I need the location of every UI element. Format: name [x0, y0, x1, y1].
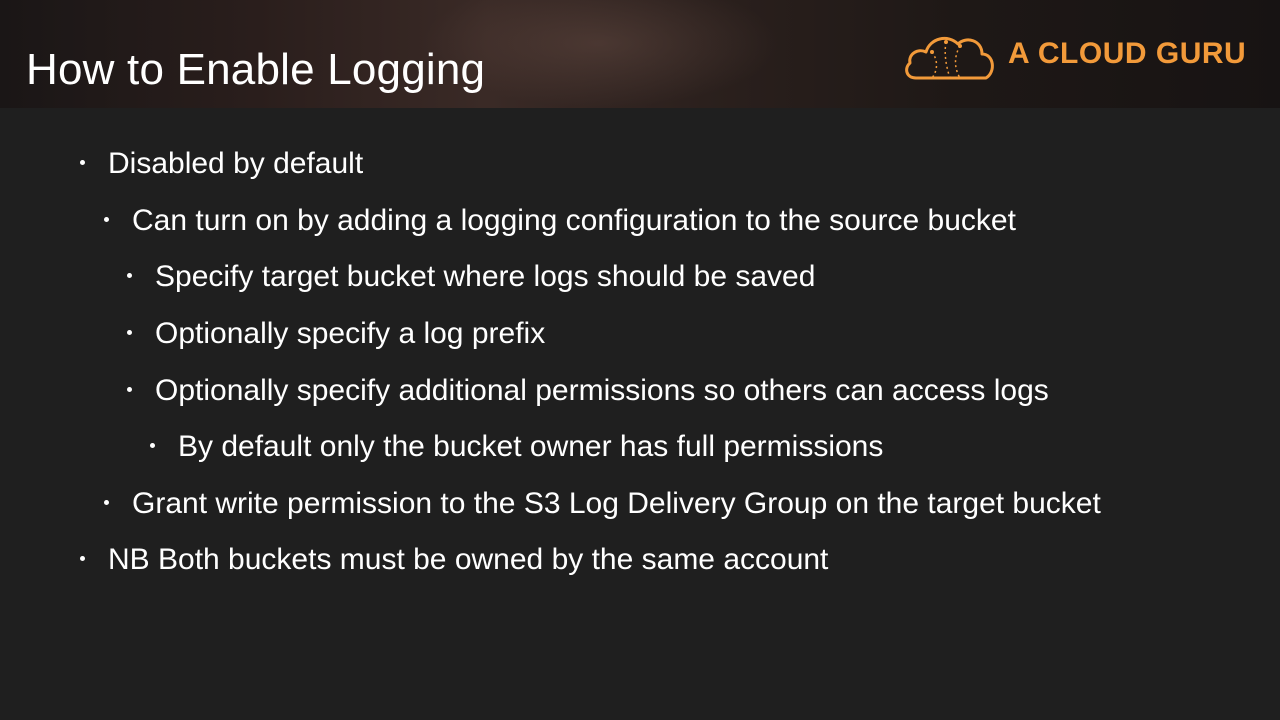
bullet-dot-icon [150, 443, 155, 448]
bullet-item: Disabled by default [80, 145, 364, 183]
bullet-text: By default only the bucket owner has ful… [178, 430, 884, 463]
bullet-text: NB Both buckets must be owned by the sam… [108, 543, 829, 576]
bullet-item: Grant write permission to the S3 Log Del… [104, 485, 1101, 523]
bullet-text: Disabled by default [108, 147, 364, 180]
bullet-dot-icon [80, 556, 85, 561]
bullet-dot-icon [127, 273, 132, 278]
bullet-text: Specify target bucket where logs should … [155, 260, 816, 293]
bullet-dot-icon [127, 330, 132, 335]
bullet-text: Optionally specify a log prefix [155, 317, 546, 350]
bullet-list: Disabled by default Can turn on by addin… [0, 0, 1280, 720]
bullet-dot-icon [80, 160, 85, 165]
bullet-item: By default only the bucket owner has ful… [150, 428, 884, 466]
bullet-dot-icon [104, 217, 109, 222]
bullet-item: NB Both buckets must be owned by the sam… [80, 541, 829, 579]
bullet-item: Optionally specify a log prefix [127, 315, 546, 353]
bullet-item: Can turn on by adding a logging configur… [104, 202, 1016, 240]
bullet-item: Optionally specify additional permission… [127, 372, 1049, 410]
bullet-text: Optionally specify additional permission… [155, 374, 1049, 407]
bullet-dot-icon [104, 500, 109, 505]
bullet-dot-icon [127, 387, 132, 392]
bullet-text: Grant write permission to the S3 Log Del… [132, 487, 1101, 520]
bullet-item: Specify target bucket where logs should … [127, 258, 816, 296]
bullet-text: Can turn on by adding a logging configur… [132, 204, 1016, 237]
